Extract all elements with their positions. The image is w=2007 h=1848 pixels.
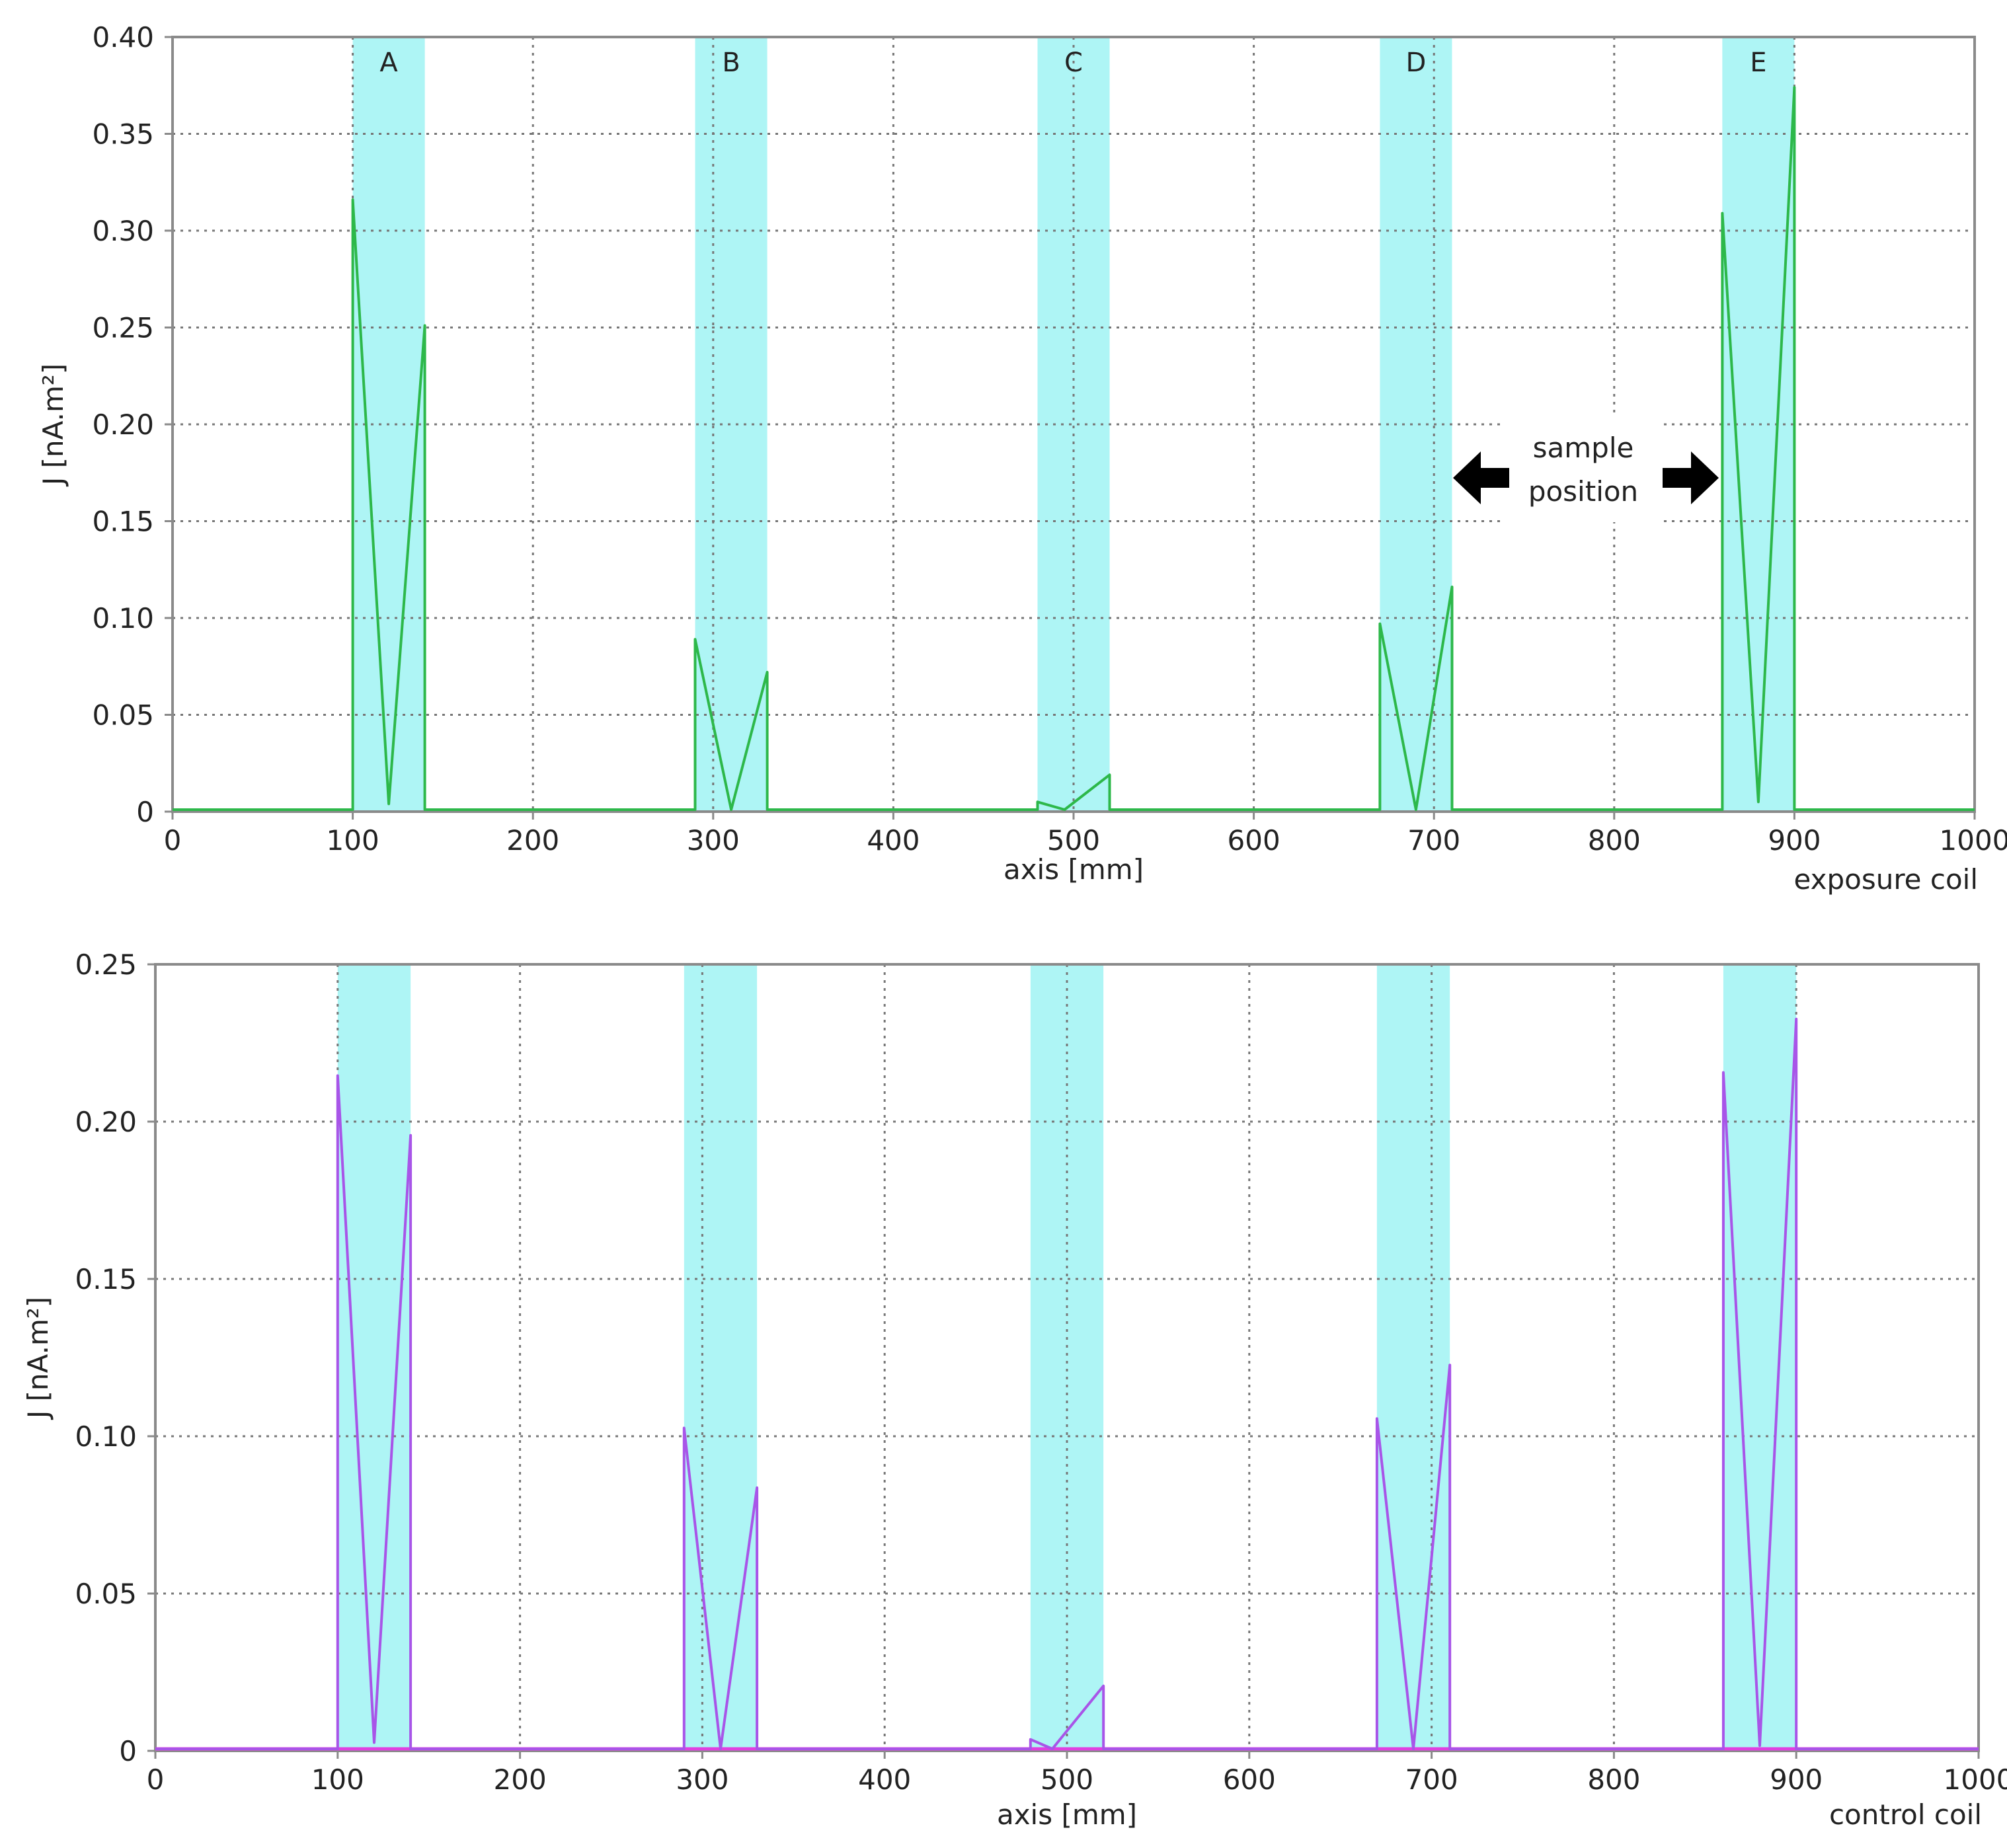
- y-tick-label: 0.10: [75, 1420, 137, 1453]
- x-tick-label: 300: [687, 824, 740, 857]
- figure: 0 100 200 300 400 500 600 700 800 900 100000.050.1…: [22, 21, 2007, 1831]
- x-tick-label: 100: [311, 1763, 364, 1796]
- x-tick-label: 200: [494, 1763, 547, 1796]
- sample-position-annotation: sample position: [1453, 416, 1719, 522]
- coil-caption: exposure coil: [1794, 863, 1978, 896]
- sample-region-4: [1723, 964, 1797, 1751]
- y-tick-label: 0.25: [75, 948, 137, 981]
- y-tick-label: 0.20: [92, 408, 154, 441]
- annotation-text-line2: position: [1528, 475, 1638, 508]
- x-tick-label: 1000: [1944, 1763, 2007, 1796]
- coil-caption: control coil: [1829, 1798, 1982, 1831]
- x-tick-label: 900: [1770, 1763, 1823, 1796]
- y-axis-label: J [nA.m²]: [37, 364, 69, 487]
- x-tick-label: 400: [858, 1763, 911, 1796]
- region-label-D: D: [1406, 48, 1427, 78]
- sample-region-0: [337, 964, 411, 1751]
- x-tick-label: 800: [1587, 1763, 1640, 1796]
- control-chart: 0 100 200 300 400 500 600 700 800 900 1000 0 0.05 0.1…: [22, 948, 2007, 1831]
- x-axis-label: axis [mm]: [997, 1798, 1137, 1831]
- arrow-right-icon: [1663, 451, 1719, 504]
- x-tick-label: 500: [1041, 1763, 1093, 1796]
- x-tick-label: 800: [1588, 824, 1641, 857]
- y-tick-label: 0.30: [92, 215, 154, 247]
- y-tick-label: 0.15: [75, 1263, 137, 1295]
- sample-region-1: [684, 964, 758, 1751]
- y-tick-label: 0.10: [92, 602, 154, 635]
- x-tick-label: 600: [1223, 1763, 1276, 1796]
- y-axis-label: J [nA.m²]: [22, 1297, 54, 1420]
- x-tick-label: 300: [676, 1763, 728, 1796]
- region-label-E: E: [1750, 48, 1766, 78]
- x-tick-label: 700: [1405, 1763, 1458, 1796]
- y-tick-label: 0.05: [75, 1578, 137, 1610]
- annotation-text-line1: sample: [1533, 432, 1634, 464]
- sample-region-3: [1376, 964, 1450, 1751]
- y-tick-label: 0.35: [92, 118, 154, 151]
- region-label-C: C: [1064, 48, 1083, 78]
- y-tick-label: 0.05: [92, 699, 154, 732]
- sample-region-D: [1380, 37, 1452, 812]
- y-tick-label: 0.15: [92, 506, 154, 538]
- x-tick-label: 200: [506, 824, 559, 857]
- y-tick-label: 0: [136, 796, 154, 828]
- x-tick-label: 500: [1047, 824, 1100, 857]
- y-tick-label: 0: [119, 1735, 137, 1767]
- x-tick-label: 700: [1407, 824, 1460, 857]
- x-tick-label: 900: [1768, 824, 1821, 857]
- y-tick-label: 0.25: [92, 312, 154, 344]
- y-tick-label: 0.40: [92, 21, 154, 54]
- region-label-A: A: [379, 48, 398, 78]
- y-tick-label: 0.20: [75, 1106, 137, 1138]
- x-tick-label: 1000: [1940, 824, 2007, 857]
- x-tick-label: 0: [164, 824, 182, 857]
- x-tick-label: 400: [867, 824, 920, 857]
- x-tick-label: 600: [1228, 824, 1280, 857]
- x-tick-label: 0: [147, 1763, 165, 1796]
- x-tick-label: 100: [327, 824, 379, 857]
- x-axis-label: axis [mm]: [1003, 853, 1144, 886]
- region-label-B: B: [722, 48, 740, 78]
- exposure-chart: 0 100 200 300 400 500 600 700 800 900 1000 0 0.05 0.1…: [37, 21, 2007, 896]
